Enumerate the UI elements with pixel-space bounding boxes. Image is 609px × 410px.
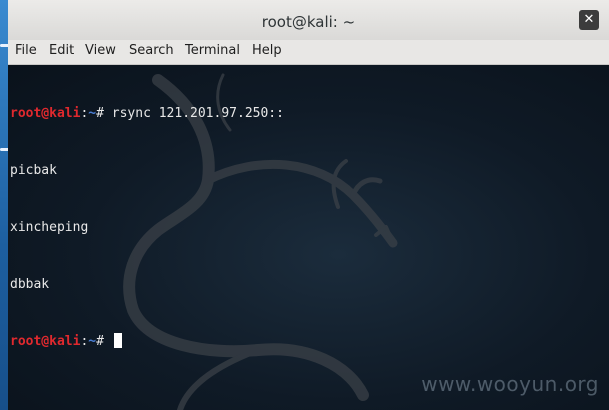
prompt-user: root@kali xyxy=(10,334,81,349)
close-icon: ✕ xyxy=(583,12,595,27)
output-line: picbak xyxy=(10,163,57,178)
window-title: root@kali: ~ xyxy=(261,13,356,31)
terminal-area[interactable]: root@kali:~# rsync 121.201.97.250:: picb… xyxy=(8,65,609,410)
close-button[interactable]: ✕ xyxy=(579,10,599,30)
menu-bar: File Edit View Search Terminal Help xyxy=(8,40,609,65)
output-line: xincheping xyxy=(10,220,89,235)
prompt-path: ~ xyxy=(88,106,97,121)
terminal-window: root@kali: ~ ✕ File Edit View Search Ter… xyxy=(8,0,609,410)
prompt-user: root@kali xyxy=(10,106,81,121)
prompt-symbol: # xyxy=(96,334,104,349)
menu-edit[interactable]: Edit xyxy=(49,43,74,58)
menu-terminal[interactable]: Terminal xyxy=(185,43,240,58)
menu-view[interactable]: View xyxy=(85,43,116,58)
command-line: root@kali:~# rsync 121.201.97.250:: xyxy=(10,104,284,123)
prompt-path: ~ xyxy=(88,334,97,349)
terminal-output: root@kali:~# rsync 121.201.97.250:: picb… xyxy=(10,66,284,389)
watermark: www.wooyun.org xyxy=(421,372,599,396)
prompt-line: root@kali:~# xyxy=(10,332,284,351)
prompt-symbol: # xyxy=(96,106,104,121)
menu-search[interactable]: Search xyxy=(129,43,174,58)
menu-file[interactable]: File xyxy=(15,43,37,58)
command-text: rsync 121.201.97.250:: xyxy=(103,106,284,121)
title-bar[interactable]: root@kali: ~ ✕ xyxy=(8,0,609,41)
output-line: dbbak xyxy=(10,277,50,292)
menu-help[interactable]: Help xyxy=(252,43,282,58)
text-cursor xyxy=(113,333,122,348)
